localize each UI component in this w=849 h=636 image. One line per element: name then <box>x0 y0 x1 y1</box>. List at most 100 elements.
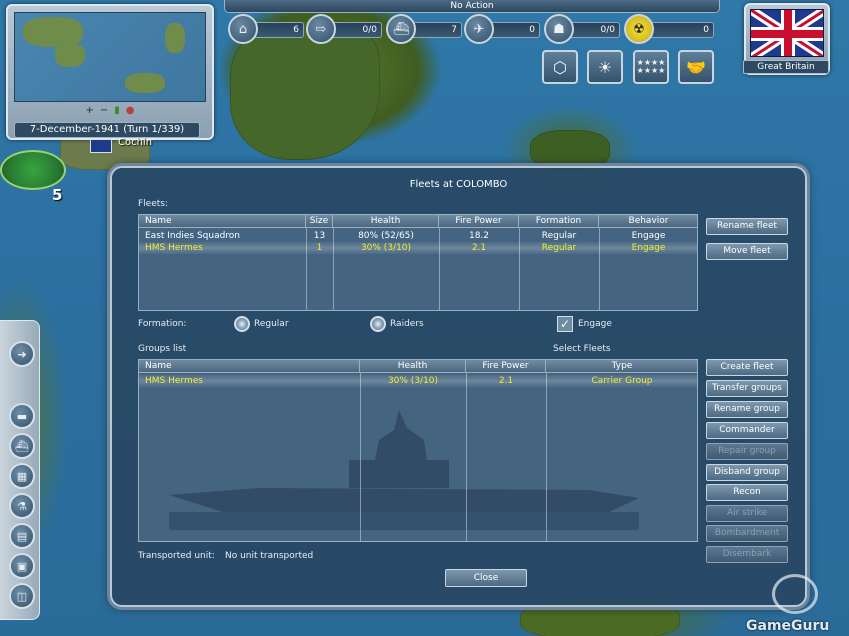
nuclear-icon: ☢ <box>624 14 654 44</box>
handshake-icon: 🤝 <box>686 57 706 77</box>
column-header[interactable]: Behavior <box>599 215 698 228</box>
disband-group-button[interactable]: Disband group <box>706 464 788 481</box>
movement-stat[interactable]: 0/0 ⇨ <box>306 14 384 44</box>
fleets-table-header: Name Size Health Fire Power Formation Be… <box>139 215 697 228</box>
factory-icon: ⌂ <box>228 14 258 44</box>
fleet-formation: Regular <box>541 231 577 241</box>
production-button[interactable]: ▦ <box>9 463 35 489</box>
weather-icon: ☀ <box>597 57 613 77</box>
fleet-row[interactable]: East Indies Squadron 13 80% (52/65) 18.2… <box>139 230 697 242</box>
fleet-fire-power: 18.2 <box>468 231 490 241</box>
formation-regular-label: Regular <box>254 319 289 329</box>
watermark: GameGuru <box>746 618 830 634</box>
current-action: No Action <box>224 0 720 13</box>
research-button[interactable]: ⚗ <box>9 493 35 519</box>
intel-button[interactable]: ▤ <box>9 523 35 549</box>
formation-regular-radio[interactable] <box>234 316 250 332</box>
document-icon: ▤ <box>16 529 28 543</box>
bombardment-button[interactable]: Bombardment <box>706 525 788 542</box>
repair-group-button[interactable]: Repair group <box>706 443 788 460</box>
plane-icon: ✈ <box>464 14 494 44</box>
rename-fleet-button[interactable]: Rename fleet <box>706 218 788 235</box>
tank-button[interactable]: ▬ <box>9 403 35 429</box>
formation-label: Formation: <box>138 319 187 329</box>
fleets-label: Fleets: <box>138 199 169 209</box>
air-stat[interactable]: 0 ✈ <box>464 14 542 44</box>
city-unit-count: 5 <box>52 186 63 204</box>
transfer-groups-button[interactable]: Transfer groups <box>706 380 788 397</box>
fleet-row-selected[interactable]: HMS Hermes 1 30% (3/10) 2.1 Regular Enga… <box>139 242 697 254</box>
formation-raiders-radio[interactable] <box>370 316 386 332</box>
map-button[interactable]: ◫ <box>9 583 35 609</box>
zoom-out-icon[interactable]: − <box>100 105 108 116</box>
disembark-button[interactable]: Disembark <box>706 546 788 563</box>
engage-checkbox[interactable]: ✓ <box>557 316 573 332</box>
minimap[interactable] <box>14 12 206 102</box>
next-unit-button[interactable]: ➜ <box>9 341 35 367</box>
zoom-in-icon[interactable]: + <box>85 105 93 116</box>
group-fire-power: 2.1 <box>498 376 514 386</box>
building-icon: ▦ <box>16 469 28 483</box>
fleet-size: 1 <box>316 243 323 253</box>
fleet-health: 30% (3/10) <box>360 243 412 253</box>
group-health: 30% (3/10) <box>387 376 439 386</box>
move-fleet-button[interactable]: Move fleet <box>706 243 788 260</box>
column-header[interactable]: Fire Power <box>439 215 519 228</box>
diplomacy-button[interactable]: 🤝 <box>678 50 714 84</box>
naval-stat[interactable]: 7 ⛴ <box>386 14 462 44</box>
recon-button[interactable]: Recon <box>706 484 788 501</box>
grid-icon: ▣ <box>16 559 28 573</box>
column-header[interactable]: Type <box>546 360 697 373</box>
create-fleet-button[interactable]: Create fleet <box>706 359 788 376</box>
stars-icon: ★★★★ ★★★★ <box>636 58 666 75</box>
commander-button[interactable]: Commander <box>706 422 788 439</box>
nuclear-value: 0 <box>644 22 714 38</box>
navy-button[interactable]: ⛴ <box>9 433 35 459</box>
production-stat[interactable]: 6 ⌂ <box>228 14 304 44</box>
dialog-title: Fleets at COLOMBO <box>409 179 508 190</box>
air-strike-button[interactable]: Air strike <box>706 505 788 522</box>
nuclear-stat[interactable]: 0 ☢ <box>624 14 716 44</box>
ranks-button[interactable]: ★★★★ ★★★★ <box>633 50 669 84</box>
close-button[interactable]: Close <box>445 569 527 587</box>
turn-date: 7-December-1941 (Turn 1/339) <box>14 122 200 138</box>
arrow-icon: ⇨ <box>306 14 336 44</box>
column-header[interactable]: Health <box>360 360 466 373</box>
minimap-panel: + − ▮ ● <box>6 4 214 140</box>
research-icon: ⚗ <box>17 499 27 513</box>
ship-icon: ⛴ <box>386 14 416 44</box>
left-toolbar: ➜ ▬ ⛴ ▦ ⚗ ▤ ▣ ◫ <box>0 320 40 620</box>
group-name: HMS Hermes <box>145 376 203 386</box>
fleet-formation: Regular <box>541 243 577 253</box>
column-header[interactable]: Health <box>333 215 439 228</box>
soldier-icon: ☗ <box>544 14 574 44</box>
fleet-behavior: Engage <box>631 231 666 241</box>
column-header[interactable]: Formation <box>519 215 599 228</box>
target-icon[interactable]: ● <box>126 105 135 116</box>
city-marker[interactable] <box>0 150 66 190</box>
column-header[interactable]: Name <box>139 360 360 373</box>
column-header[interactable]: Name <box>139 215 306 228</box>
weather-button[interactable]: ☀ <box>587 50 623 84</box>
formation-raiders-label: Raiders <box>390 319 424 329</box>
carrier-silhouette <box>169 410 639 530</box>
group-row-selected[interactable]: HMS Hermes 30% (3/10) 2.1 Carrier Group <box>139 375 697 387</box>
tank-icon: ▬ <box>16 409 28 423</box>
map-icon: ◫ <box>16 589 28 603</box>
engage-label: Engage <box>578 319 612 329</box>
filter-icon[interactable]: ▮ <box>114 105 120 116</box>
grid-button[interactable]: ▣ <box>9 553 35 579</box>
watermark-logo-icon <box>772 574 818 614</box>
select-fleets-label: Select Fleets <box>553 344 611 354</box>
hexagon-button[interactable]: ⬡ <box>542 50 578 84</box>
army-stat[interactable]: 0/0 ☗ <box>544 14 622 44</box>
column-header[interactable]: Size <box>306 215 333 228</box>
fleet-size: 13 <box>313 231 326 241</box>
transported-unit-label: Transported unit: <box>138 551 215 561</box>
fleet-behavior: Engage <box>631 243 666 253</box>
rename-group-button[interactable]: Rename group <box>706 401 788 418</box>
nation-name: Great Britain <box>743 60 829 74</box>
city-name[interactable]: Cochin <box>118 137 152 148</box>
transported-unit-value: No unit transported <box>225 551 314 561</box>
column-header[interactable]: Fire Power <box>466 360 546 373</box>
